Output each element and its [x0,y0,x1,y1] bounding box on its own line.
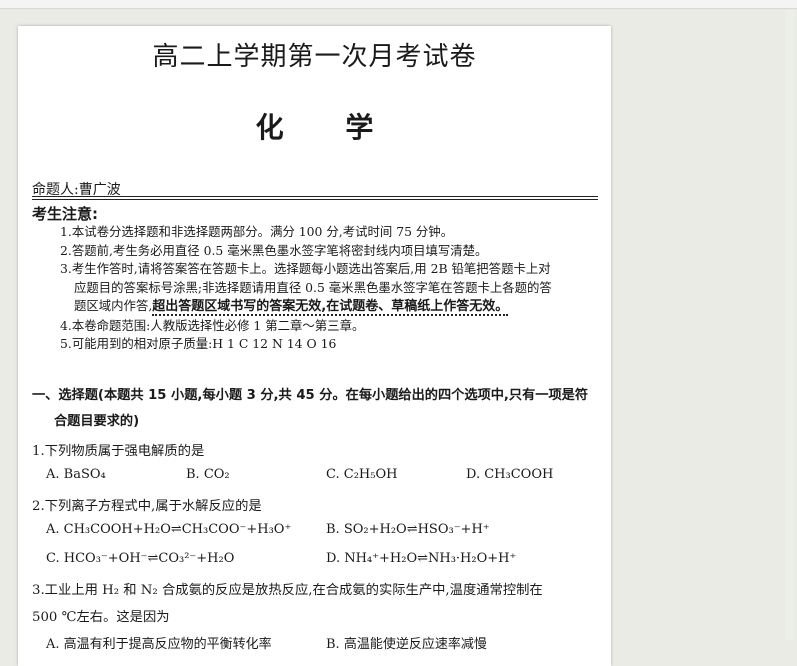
option-b: B. CO₂ [186,467,230,482]
question-3-stem: 3.工业上用 H₂ 和 N₂ 合成氨的反应是放热反应,在合成氨的实际生产中,温度… [32,583,543,598]
notice-item: 4.本卷命题范围:人教版选择性必修 1 第二章～第三章。 [60,317,365,333]
subject-char-1: 化 [255,111,284,144]
section-heading-line: 合题目要求的) [54,414,140,429]
emphasized-warning: 超出答题区域书写的答案无效,在试题卷、草稿纸上作答无效。 [152,299,509,316]
question-1-stem: 1.下列物质属于强电解质的是 [32,444,205,459]
question-3-options: A. 高温有利于提高反应物的平衡转化率 B. 高温能使逆反应速率减慢 [46,633,606,653]
option-d: D. CH₃COOH [466,467,554,482]
divider-line [32,199,598,200]
exam-title: 高二上学期第一次月考试卷 [152,42,477,72]
notice-heading: 考生注意: [32,205,98,223]
question-3-stem-cont: 500 ℃左右。这是因为 [32,610,170,625]
subject-title: 化 学 [18,106,611,146]
document-page: 高二上学期第一次月考试卷 化 学 命题人:曹广波 考生注意: 1.本试卷分选择题… [18,26,611,666]
subject-char-2: 学 [345,111,374,144]
vertical-scrollbar[interactable] [785,10,795,640]
option-c: C. C₂H₅OH [326,467,398,482]
option-b: B. SO₂+H₂O⇌HSO₃⁻+H⁺ [326,522,490,537]
question-2-stem: 2.下列离子方程式中,属于水解反应的是 [32,499,262,514]
question-2-options-row1: A. CH₃COOH+H₂O⇌CH₃COO⁻+H₃O⁺ B. SO₂+H₂O⇌H… [46,522,606,542]
notice-text: 题区域内作答,超出答题区域书写的答案无效,在试题卷、草稿纸上作答无效。 [60,297,605,317]
notice-list: 1.本试卷分选择题和非选择题两部分。满分 100 分,考试时间 75 分钟。 2… [60,223,605,354]
divider-line [32,196,598,197]
question-2-options-row2: C. HCO₃⁻+OH⁻⇌CO₃²⁻+H₂O D. NH₄⁺+H₂O⇌NH₃·H… [46,551,606,571]
option-a: A. CH₃COOH+H₂O⇌CH₃COO⁻+H₃O⁺ [46,522,292,537]
section-heading: 一、选择题(本题共 15 小题,每小题 3 分,共 45 分。在每小题给出的四个… [32,383,602,435]
notice-text: 应题目的答案标号涂黑;非选择题请用直径 0.5 毫米黑色墨水签字笔在答题卡上各题… [74,279,552,295]
section-heading-line: 一、选择题(本题共 15 小题,每小题 3 分,共 45 分。在每小题给出的四个… [32,388,589,403]
notice-text: 3.考生作答时,请将答案答在答题卡上。选择题每小题选出答案后,用 2B 铅笔把答… [60,261,551,276]
notice-item: 5.可能用到的相对原子质量:H 1 C 12 N 14 O 16 [60,336,337,351]
question-1-options: A. BaSO₄ B. CO₂ C. C₂H₅OH D. CH₃COOH [46,467,606,487]
notice-item: 1.本试卷分选择题和非选择题两部分。满分 100 分,考试时间 75 分钟。 [60,224,454,239]
option-a: A. BaSO₄ [46,467,106,482]
notice-item: 3.考生作答时,请将答案答在答题卡上。选择题每小题选出答案后,用 2B 铅笔把答… [60,260,605,317]
notice-text-part: 题区域内作答, [74,298,153,313]
option-c: C. HCO₃⁻+OH⁻⇌CO₃²⁻+H₂O [46,551,235,566]
option-d: D. NH₄⁺+H₂O⇌NH₃·H₂O+H⁺ [326,551,517,566]
viewer-toolbar [0,0,797,9]
notice-item: 2.答题前,考生务必用直径 0.5 毫米黑色墨水签字笔将密封线内项目填写清楚。 [60,242,488,258]
